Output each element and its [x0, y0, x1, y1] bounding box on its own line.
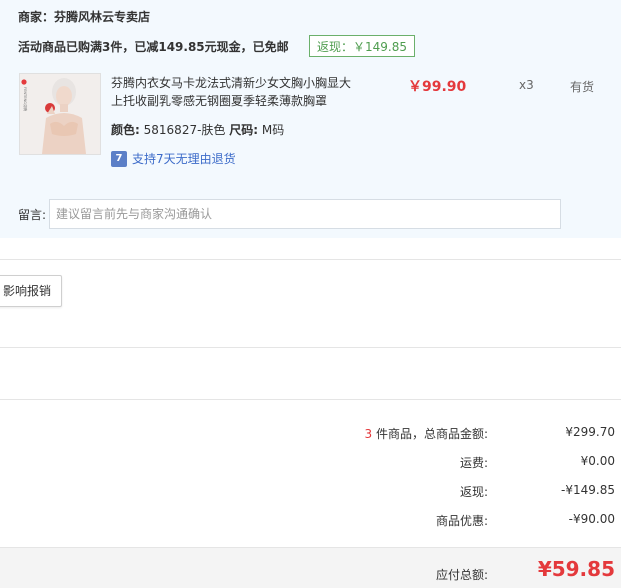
- total-label: 应付总额:: [435, 568, 488, 582]
- divider: [0, 347, 621, 348]
- discount-label: 商品优惠:: [435, 514, 488, 528]
- product-quantity: x3: [519, 78, 534, 92]
- goods-total-label: 3 件商品，总商品金额:: [364, 425, 488, 442]
- shipping-label: 运费:: [459, 456, 488, 470]
- message-input[interactable]: [49, 199, 561, 229]
- product-photo-icon: FENTENG芬腾: [20, 74, 100, 154]
- item-count-suffix: 件商品，总商品金额:: [375, 427, 488, 441]
- product-image[interactable]: FENTENG芬腾: [19, 73, 101, 155]
- size-value: M码: [261, 123, 285, 137]
- summary-rebate-row: 返现: -¥149.85: [0, 483, 621, 503]
- size-label: 尺码:: [229, 123, 259, 137]
- shipping-value: ¥0.00: [580, 454, 615, 468]
- promo-text: 活动商品已购满3件，已减149.85元现金，已免邮: [18, 40, 289, 54]
- return-policy-text: 支持7天无理由退货: [132, 152, 236, 166]
- total-value: ¥59.85: [537, 557, 615, 581]
- summary-discount-row: 商品优惠: -¥90.00: [0, 512, 621, 532]
- summary-shipping-row: 运费: ¥0.00: [0, 454, 621, 474]
- product-attributes: 颜色: 5816827-肤色 尺码: M码: [111, 121, 284, 138]
- discount-value: -¥90.00: [568, 512, 615, 526]
- order-block: 商家：芬腾风林云专卖店 活动商品已购满3件，已减149.85元现金，已免邮 返现…: [0, 0, 621, 238]
- goods-total-value: ¥299.70: [565, 425, 615, 439]
- divider: [0, 259, 621, 260]
- product-price: ￥99.90: [408, 79, 467, 95]
- rebate-label: 返现:: [459, 485, 488, 499]
- invoice-button[interactable]: 影响报销: [0, 275, 63, 307]
- return-policy[interactable]: 7 支持7天无理由退货: [111, 150, 236, 167]
- message-label: 留言:: [18, 208, 47, 222]
- product-title[interactable]: 芬腾内衣女马卡龙法式清新少女文胸小胸显大上托收副乳零感无钢圈夏季轻柔薄款胸罩: [111, 74, 361, 110]
- color-value: 5816827-肤色: [143, 123, 226, 137]
- invoice-button-label: 影响报销: [3, 284, 52, 298]
- divider: [0, 399, 621, 400]
- stock-status: 有货: [570, 80, 595, 94]
- item-count: 3: [364, 427, 373, 441]
- return-icon: 7: [111, 150, 127, 167]
- rebate-value: -¥149.85: [561, 483, 615, 497]
- shop-name[interactable]: 商家：芬腾风林云专卖店: [18, 8, 150, 25]
- brand-mark: FENTENG芬腾: [23, 87, 28, 112]
- summary-goods-row: 3 件商品，总商品金额: ¥299.70: [0, 425, 621, 445]
- rebate-tag: 返现：￥149.85: [309, 35, 415, 57]
- color-label: 颜色:: [111, 123, 140, 137]
- total-bar: 应付总额: ¥59.85: [0, 547, 621, 588]
